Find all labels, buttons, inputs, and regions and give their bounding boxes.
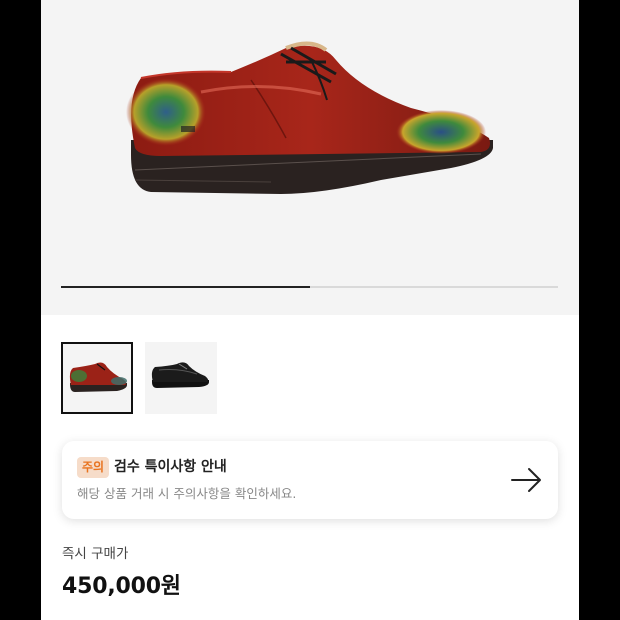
- notice-description: 해당 상품 거래 시 주의사항을 확인하세요.: [77, 486, 297, 501]
- notice-title: 검수 특이사항 안내: [114, 459, 227, 475]
- thumbnail-2[interactable]: [145, 342, 217, 414]
- arrow-right-icon[interactable]: [510, 466, 544, 494]
- price-value: 450,000원: [62, 574, 181, 599]
- price-label: 즉시 구매가: [62, 546, 129, 562]
- caution-badge: 주의: [77, 457, 110, 478]
- product-main-image: [126, 41, 493, 194]
- thumbnail-1[interactable]: [61, 342, 133, 414]
- gallery-progress-fill: [61, 286, 310, 288]
- inspection-notice-card[interactable]: 주의 검수 특이사항 안내 해당 상품 거래 시 주의사항을 확인하세요.: [62, 441, 558, 519]
- red-shoe-thumbnail-image: [69, 362, 127, 392]
- product-image-gallery[interactable]: [41, 0, 579, 315]
- gallery-progress-track: [61, 286, 558, 288]
- black-shoe-thumbnail-image: [151, 362, 209, 388]
- product-screen: 주의 검수 특이사항 안내 해당 상품 거래 시 주의사항을 확인하세요. 즉시…: [41, 0, 579, 620]
